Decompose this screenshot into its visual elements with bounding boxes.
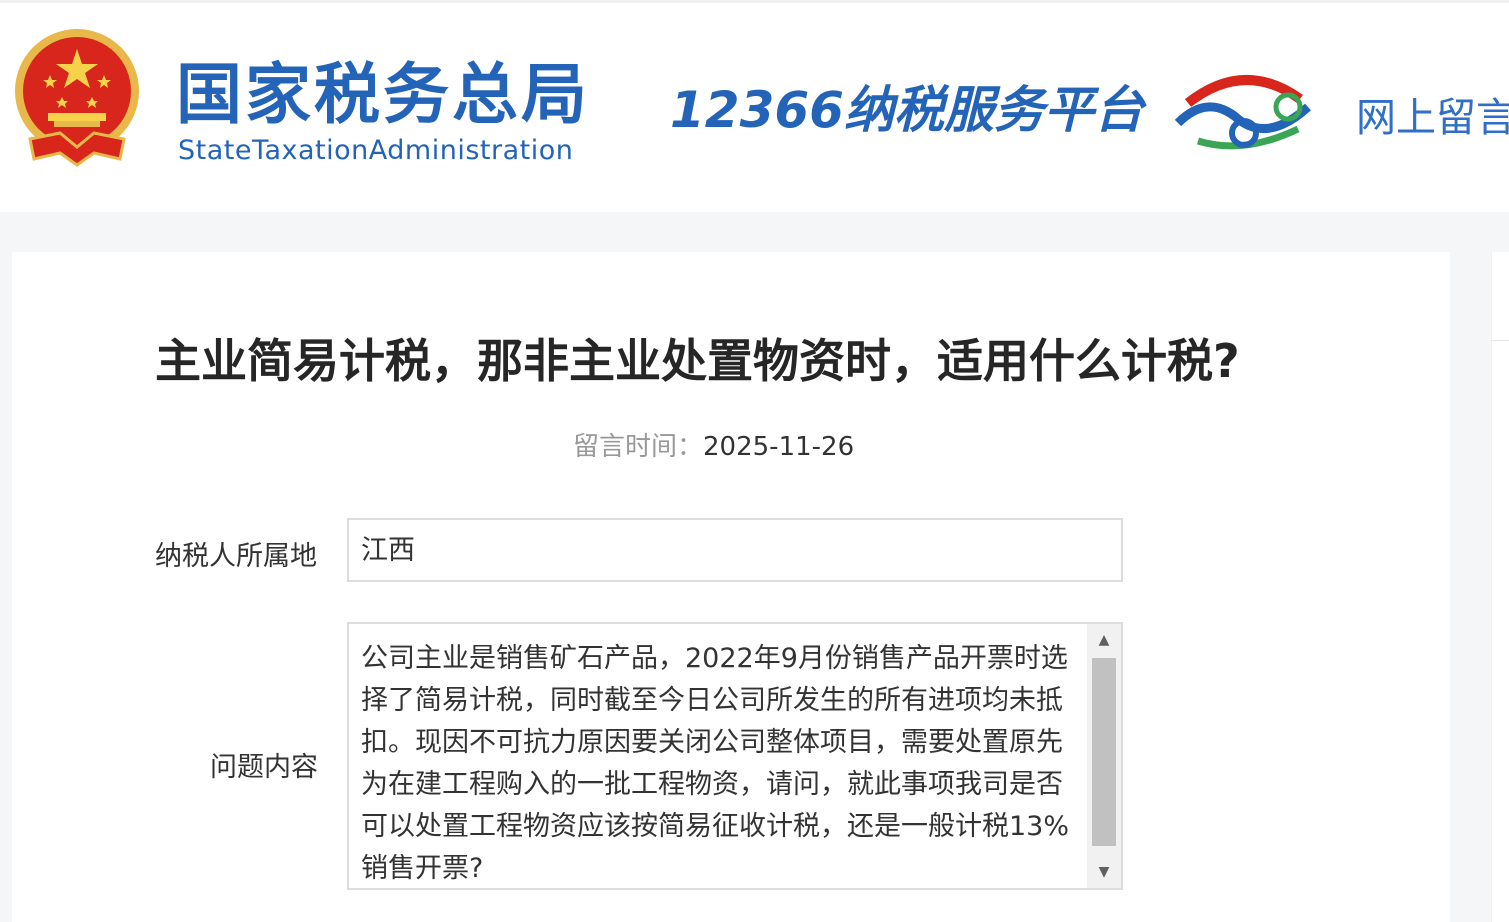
question-text: 公司主业是销售矿石产品，2022年9月份销售产品开票时选择了简易计税，同时截至今… — [361, 643, 1070, 884]
textarea-scrollbar[interactable]: ▲ ▼ — [1087, 624, 1121, 888]
message-time-value: 2025-11-26 — [703, 432, 855, 462]
region-field[interactable]: 江西 — [347, 518, 1123, 582]
brand-title-cn: 国家税务总局 — [176, 56, 590, 133]
scroll-down-arrow-icon[interactable]: ▼ — [1087, 856, 1121, 888]
scroll-up-arrow-icon[interactable]: ▲ — [1087, 624, 1121, 656]
question-label: 问题内容 — [210, 752, 318, 783]
side-divider — [1491, 340, 1509, 341]
12366-logo-icon — [1174, 75, 1312, 150]
page-title: 主业简易计税，那非主业处置物资时，适用什么计税? — [155, 334, 1240, 388]
scroll-thumb[interactable] — [1092, 658, 1116, 846]
nav-link-online-message[interactable]: 网上留言 — [1356, 85, 1509, 143]
question-textarea[interactable]: 公司主业是销售矿石产品，2022年9月份销售产品开票时选择了简易计税，同时截至今… — [347, 622, 1123, 890]
site-header: 国家税务总局 StateTaxationAdministration 12366… — [0, 0, 1509, 212]
brand-title-en: StateTaxationAdministration — [178, 135, 574, 166]
message-time-label: 留言时间： — [573, 432, 704, 462]
side-panel — [1491, 252, 1509, 922]
message-time: 留言时间：2025-11-26 — [573, 426, 854, 463]
region-label: 纳税人所属地 — [155, 541, 317, 572]
platform-title: 12366纳税服务平台 — [670, 81, 1144, 139]
national-emblem-icon — [15, 29, 139, 167]
